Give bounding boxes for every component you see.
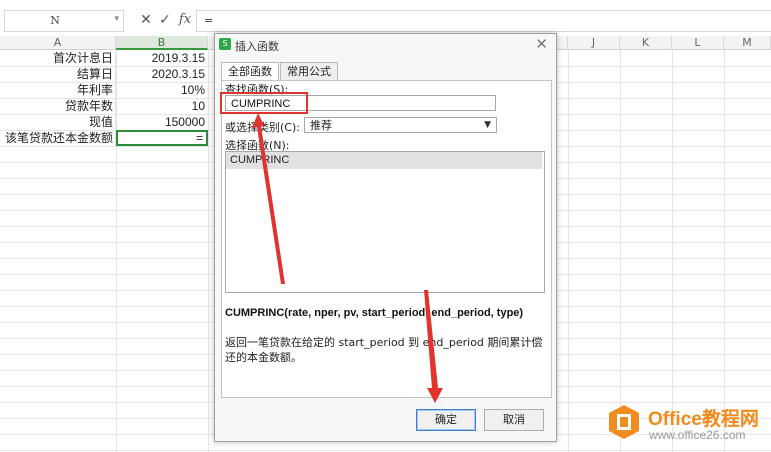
active-cell[interactable]: = bbox=[116, 130, 208, 146]
name-box[interactable]: N ▾ bbox=[4, 10, 124, 32]
column-header-a[interactable]: A bbox=[0, 36, 116, 50]
column-header-j[interactable]: J bbox=[568, 36, 620, 50]
cell-label[interactable]: 年利率 bbox=[0, 83, 116, 98]
dialog-title: 插入函数 bbox=[235, 40, 279, 53]
column-header-l[interactable]: L bbox=[672, 36, 724, 50]
ok-button[interactable]: 确定 bbox=[416, 409, 476, 431]
cell-label[interactable]: 首次计息日 bbox=[0, 51, 116, 66]
cell-value[interactable]: 2020.3.15 bbox=[116, 67, 208, 82]
cell-label[interactable]: 现值 bbox=[0, 115, 116, 130]
cell-value[interactable]: 2019.3.15 bbox=[116, 51, 208, 66]
office-logo-icon bbox=[609, 405, 639, 439]
column-header-m[interactable]: M bbox=[724, 36, 771, 50]
category-label: 或选择类别(C): bbox=[225, 121, 300, 134]
category-select[interactable]: 推荐 ▼ bbox=[304, 117, 497, 133]
cell-value[interactable]: 10 bbox=[116, 99, 208, 114]
cell-value[interactable]: 150000 bbox=[116, 115, 208, 130]
formula-bar: N ▾ ✕ ✓ fx = bbox=[0, 0, 771, 37]
cell-label[interactable]: 该笔贷款还本金数额 bbox=[0, 131, 116, 146]
tab-all-functions[interactable]: 全部函数 bbox=[221, 62, 279, 80]
chevron-down-icon[interactable]: ▼ bbox=[484, 118, 491, 133]
watermark-url: www.office26.com bbox=[649, 428, 746, 442]
function-syntax: CUMPRINC(rate, nper, pv, start_period, e… bbox=[225, 307, 524, 319]
name-box-value: N bbox=[50, 14, 60, 27]
check-icon[interactable]: ✓ bbox=[156, 10, 174, 30]
function-list[interactable]: CUMPRINC bbox=[225, 151, 545, 293]
dialog-titlebar[interactable]: S 插入函数 ✕ bbox=[215, 34, 556, 56]
list-item[interactable]: CUMPRINC bbox=[226, 152, 542, 169]
function-description: 返回一笔贷款在给定的 start_period 到 end_period 期间累… bbox=[225, 336, 543, 364]
close-icon[interactable]: ✕ bbox=[535, 35, 548, 53]
cell-label[interactable]: 结算日 bbox=[0, 67, 116, 82]
app-logo-icon: S bbox=[219, 38, 231, 50]
tab-common-formulas[interactable]: 常用公式 bbox=[280, 62, 338, 80]
formula-text: = bbox=[204, 14, 214, 27]
column-header-k[interactable]: K bbox=[620, 36, 672, 50]
formula-input[interactable]: = bbox=[196, 10, 771, 32]
highlight-box bbox=[220, 92, 308, 114]
cell-value[interactable]: 10% bbox=[116, 83, 208, 98]
tab-pane: 查找函数(S): CUMPRINC 或选择类别(C): 推荐 ▼ 选择函数(N)… bbox=[220, 80, 552, 398]
fx-icon[interactable]: fx bbox=[176, 10, 194, 30]
watermark-brand: Office教程网 bbox=[648, 409, 759, 430]
cell-label[interactable]: 贷款年数 bbox=[0, 99, 116, 114]
cancel-button[interactable]: 取消 bbox=[484, 409, 544, 431]
chevron-down-icon[interactable]: ▾ bbox=[114, 14, 119, 24]
column-header-b[interactable]: B bbox=[116, 36, 208, 50]
close-icon[interactable]: ✕ bbox=[137, 10, 155, 30]
insert-function-dialog: S 插入函数 ✕ 全部函数 常用公式 查找函数(S): CUMPRINC 或选择… bbox=[214, 33, 557, 442]
category-value: 推荐 bbox=[310, 119, 332, 132]
